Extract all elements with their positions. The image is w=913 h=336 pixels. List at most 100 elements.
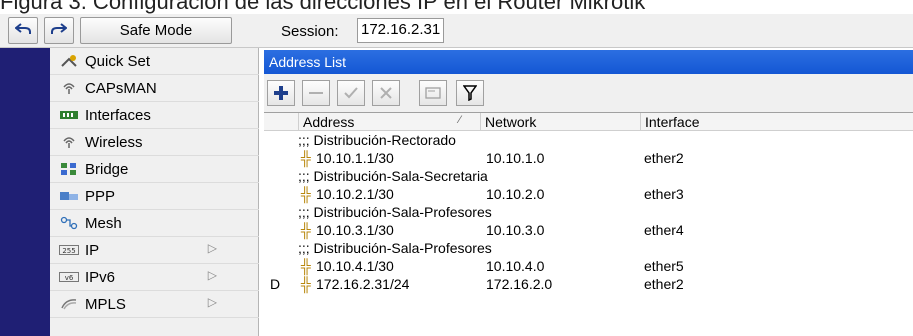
sidebar-item-quick-set[interactable]: Quick Set <box>50 48 259 75</box>
undo-button[interactable] <box>8 17 38 44</box>
address-entry-icon: ╬ <box>301 222 311 238</box>
ppp-icon <box>59 188 79 204</box>
row-comment: ;;; Distribución-Sala-Profesores <box>298 240 492 256</box>
sidebar-item-label: CAPsMAN <box>85 79 157 97</box>
ipv6-icon: v6 <box>59 269 79 285</box>
sidebar-item-mesh[interactable]: Mesh <box>50 210 259 237</box>
sidebar-item-mpls[interactable]: MPLS ▷ <box>50 291 259 318</box>
column-header-flag <box>264 113 298 131</box>
row-address: 172.16.2.31/24 <box>316 276 410 292</box>
column-label: Address <box>303 114 355 130</box>
add-button[interactable] <box>267 80 295 106</box>
row-address: 10.10.1.1/30 <box>316 150 394 166</box>
row-flag: D <box>270 276 281 292</box>
row-address: 10.10.2.1/30 <box>316 186 394 202</box>
comment-row[interactable]: ;;; Distribución-Sala-Profesores <box>264 239 913 258</box>
address-entry-icon: ╬ <box>301 186 311 202</box>
enable-button[interactable] <box>337 80 365 106</box>
session-label: Session: <box>281 23 339 40</box>
comment-row[interactable]: ;;; Distribución-Sala-Profesores <box>264 203 913 222</box>
sidebar-item-label: Interfaces <box>85 106 151 124</box>
row-network: 10.10.3.0 <box>486 222 545 238</box>
ip-icon: 255 <box>59 242 79 258</box>
submenu-arrow-icon: ▷ <box>207 241 217 255</box>
sidebar-item-bridge[interactable]: Bridge <box>50 156 259 183</box>
row-network: 172.16.2.0 <box>486 276 553 292</box>
row-address: 10.10.4.1/30 <box>316 258 394 274</box>
sidebar-menu: Quick Set CAPsMAN Interfaces Wireless Br… <box>50 48 259 336</box>
quick-set-icon <box>59 53 79 69</box>
window-title: Address List <box>264 50 913 74</box>
sidebar-item-label: MPLS <box>85 295 126 313</box>
column-header-address[interactable]: Address ⁄ <box>298 113 480 131</box>
checkmark-icon <box>344 87 358 99</box>
row-interface: ether5 <box>644 258 684 274</box>
bridge-icon <box>59 161 79 177</box>
filter-icon <box>463 85 477 101</box>
sidebar-item-label: PPP <box>85 187 116 205</box>
mpls-icon <box>59 296 79 312</box>
row-comment: ;;; Distribución-Rectorado <box>298 132 456 148</box>
row-comment: ;;; Distribución-Sala-Secretaria <box>298 168 488 184</box>
row-interface: ether2 <box>644 276 684 292</box>
row-comment: ;;; Distribución-Sala-Profesores <box>298 204 492 220</box>
table-row[interactable]: ╬ 10.10.1.1/30 10.10.1.0 ether2 <box>264 149 913 168</box>
submenu-arrow-icon: ▷ <box>207 268 217 282</box>
row-network: 10.10.1.0 <box>486 150 545 166</box>
note-icon <box>425 87 441 99</box>
document-caption-fragment: Figura 3. Configuración de las direccion… <box>0 0 646 14</box>
column-header-network[interactable]: Network <box>480 113 640 131</box>
filter-button[interactable] <box>456 80 484 106</box>
sidebar-item-ipv6[interactable]: v6 IPv6 ▷ <box>50 264 259 291</box>
sidebar-item-wireless[interactable]: Wireless <box>50 129 259 156</box>
table-row[interactable]: ╬ 10.10.4.1/30 10.10.4.0 ether5 <box>264 257 913 276</box>
sidebar-item-ppp[interactable]: PPP <box>50 183 259 210</box>
sidebar-item-interfaces[interactable]: Interfaces <box>50 102 259 129</box>
address-table: Address ⁄ Network Interface ;;; Distribu… <box>264 112 913 336</box>
plus-icon <box>274 86 288 100</box>
cross-icon <box>380 87 392 99</box>
column-header-interface[interactable]: Interface <box>640 113 913 131</box>
remove-button[interactable] <box>302 80 330 106</box>
comment-row[interactable]: ;;; Distribución-Rectorado <box>264 131 913 150</box>
address-list-toolbar <box>264 74 913 112</box>
main-toolbar: Safe Mode Session: 172.16.2.31 <box>0 14 913 48</box>
sidebar-item-label: IPv6 <box>85 268 116 286</box>
address-list-window: Address List Address ⁄ Network Interface… <box>264 50 913 336</box>
row-interface: ether2 <box>644 150 684 166</box>
sort-indicator-icon: ⁄ <box>459 114 461 126</box>
row-address: 10.10.3.1/30 <box>316 222 394 238</box>
redo-button[interactable] <box>44 17 74 44</box>
address-entry-icon: ╬ <box>301 276 311 292</box>
table-row[interactable]: ╬ 10.10.2.1/30 10.10.2.0 ether3 <box>264 185 913 204</box>
svg-text:255: 255 <box>62 247 75 255</box>
wireless-icon <box>59 134 79 150</box>
submenu-arrow-icon: ▷ <box>207 295 217 309</box>
minus-icon <box>309 92 323 94</box>
safe-mode-button[interactable]: Safe Mode <box>80 17 232 44</box>
sidebar-item-label: IP <box>85 241 100 259</box>
row-interface: ether4 <box>644 222 684 238</box>
row-network: 10.10.4.0 <box>486 258 545 274</box>
row-interface: ether3 <box>644 186 684 202</box>
comment-button[interactable] <box>419 80 447 106</box>
comment-row[interactable]: ;;; Distribución-Sala-Secretaria <box>264 167 913 186</box>
address-entry-icon: ╬ <box>301 258 311 274</box>
sidebar-item-ip[interactable]: 255 IP ▷ <box>50 237 259 264</box>
address-entry-icon: ╬ <box>301 150 311 166</box>
left-rail <box>0 48 50 336</box>
undo-icon <box>14 22 31 40</box>
sidebar-item-label: Bridge <box>85 160 129 178</box>
table-row[interactable]: ╬ 10.10.3.1/30 10.10.3.0 ether4 <box>264 221 913 240</box>
svg-text:v6: v6 <box>65 274 74 282</box>
sidebar-item-capsman[interactable]: CAPsMAN <box>50 75 259 102</box>
table-row[interactable]: D ╬ 172.16.2.31/24 172.16.2.0 ether2 <box>264 275 913 294</box>
row-network: 10.10.2.0 <box>486 186 545 202</box>
redo-icon <box>51 22 68 40</box>
table-header: Address ⁄ Network Interface <box>264 113 913 131</box>
disable-button[interactable] <box>372 80 400 106</box>
capsman-icon <box>59 80 79 96</box>
sidebar-item-label: Quick Set <box>85 52 151 70</box>
mesh-icon <box>59 215 79 231</box>
interfaces-icon <box>59 107 79 123</box>
